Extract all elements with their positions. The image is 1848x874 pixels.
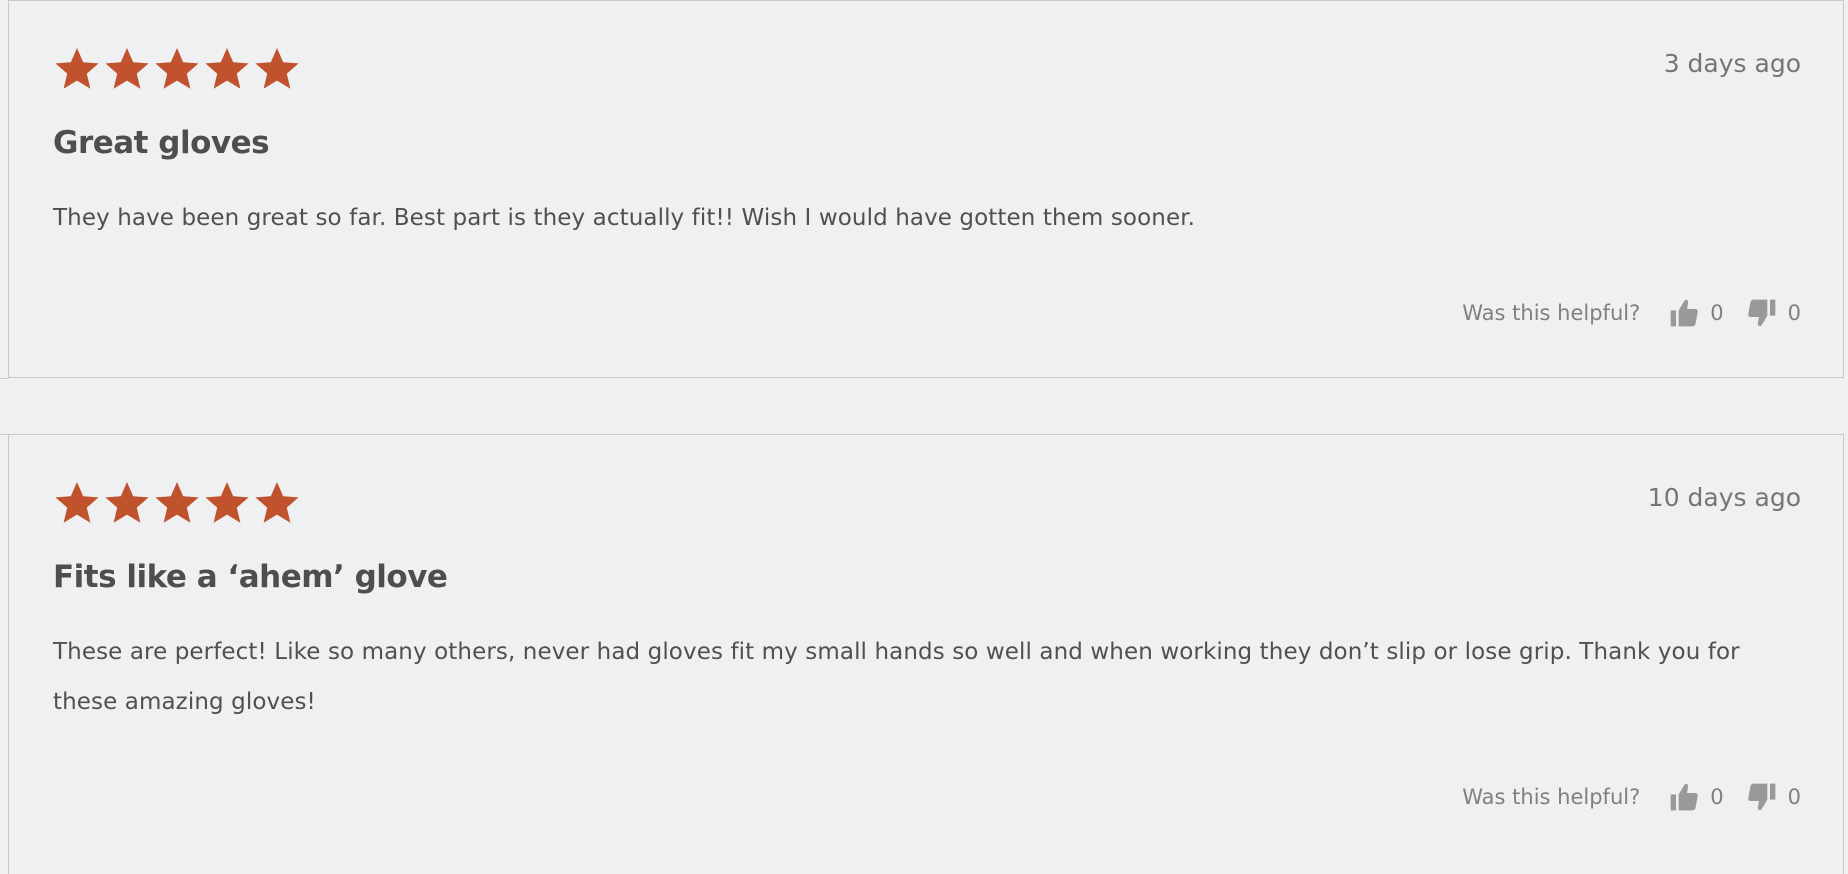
thumbs-down-count: 0 [1787, 301, 1801, 325]
review-title: Great gloves [53, 125, 270, 161]
star-rating [53, 45, 301, 93]
review-body: These are perfect! Like so many others, … [53, 639, 1740, 715]
thumbs-up-button[interactable]: 0 [1668, 781, 1724, 813]
star-rating [53, 479, 301, 527]
thumbs-down-count: 0 [1787, 785, 1801, 809]
thumbs-up-icon [1670, 299, 1699, 327]
thumbs-up-button[interactable]: 0 [1668, 297, 1724, 329]
star-icon [55, 48, 99, 89]
star-icon [205, 482, 249, 523]
thumbs-down-button[interactable]: 0 [1746, 297, 1801, 329]
review-date: 10 days ago [1647, 483, 1801, 512]
star-icon [155, 48, 199, 89]
review-date: 3 days ago [1663, 49, 1801, 78]
thumbs-up-icon [1670, 783, 1699, 811]
review-body: They have been great so far. Best part i… [53, 205, 1196, 231]
review-card: 10 days ago Fits like a ‘ahem’ glove The… [8, 434, 1844, 874]
divider [0, 434, 8, 435]
helpful-vote: Was this helpful? 0 0 [1462, 297, 1801, 329]
helpful-vote: Was this helpful? 0 0 [1462, 781, 1801, 813]
thumbs-up-count: 0 [1710, 301, 1724, 325]
star-icon [205, 48, 249, 89]
star-icon [105, 48, 149, 89]
star-icon [255, 482, 299, 523]
star-icon [255, 48, 299, 89]
thumbs-up-count: 0 [1710, 785, 1724, 809]
helpful-label: Was this helpful? [1462, 301, 1641, 325]
review-title: Fits like a ‘ahem’ glove [53, 559, 448, 595]
thumbs-down-button[interactable]: 0 [1746, 781, 1801, 813]
thumbs-down-icon [1747, 783, 1775, 811]
star-icon [155, 482, 199, 523]
star-icon [105, 482, 149, 523]
thumbs-down-icon [1747, 299, 1775, 327]
helpful-label: Was this helpful? [1462, 785, 1641, 809]
star-icon [55, 482, 99, 523]
divider [0, 378, 8, 379]
review-card: 3 days ago Great gloves They have been g… [8, 0, 1844, 378]
